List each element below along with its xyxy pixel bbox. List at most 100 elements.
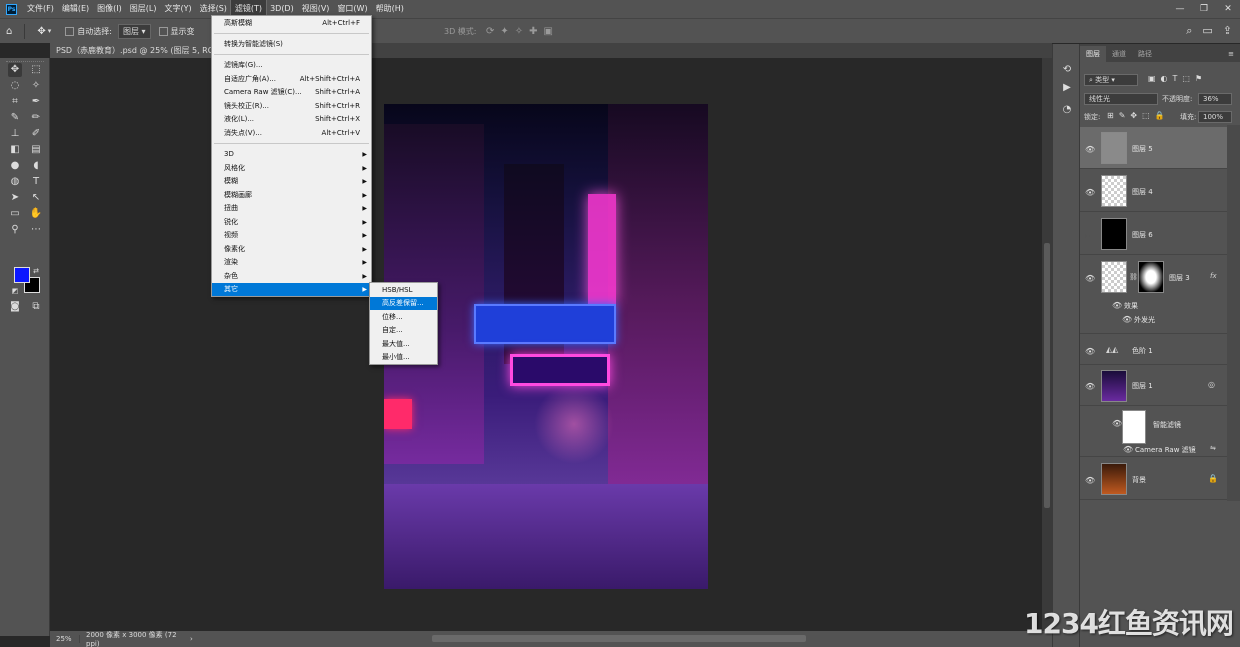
layer-name[interactable]: 图层 3 <box>1169 273 1190 283</box>
maximize-icon[interactable]: ❐ <box>1192 0 1216 18</box>
eraser-tool-icon[interactable]: ◧ <box>8 143 22 157</box>
menu-item-sharpen[interactable]: 锐化 ▶ <box>212 216 371 229</box>
horizontal-scrollbar[interactable] <box>432 635 806 642</box>
foreground-color-swatch[interactable] <box>14 267 30 283</box>
menu-layer[interactable]: 图层(L) <box>126 0 161 18</box>
gradient-tool-icon[interactable]: ▤ <box>29 143 43 157</box>
menu-item-stylize[interactable]: 风格化 ▶ <box>212 162 371 175</box>
layer-name[interactable]: 图层 1 <box>1132 381 1153 391</box>
zoom-tool-icon[interactable]: ⚲ <box>8 223 22 237</box>
history-icon[interactable]: ⟲ <box>1060 64 1074 78</box>
marquee-tool-icon[interactable]: ⬚ <box>29 63 43 77</box>
magic-wand-icon[interactable]: ✧ <box>29 79 43 93</box>
fx-icon[interactable]: fx <box>1210 272 1217 280</box>
crop-tool-icon[interactable]: ⌗ <box>8 95 22 109</box>
hand-tool-icon[interactable]: ✋ <box>29 207 43 221</box>
submenu-item-custom[interactable]: 自定... <box>370 324 437 337</box>
menu-item-blur[interactable]: 模糊 ▶ <box>212 175 371 188</box>
history-brush-icon[interactable]: ✐ <box>29 127 43 141</box>
submenu-item-maximum[interactable]: 最大值... <box>370 338 437 351</box>
blend-mode-dropdown[interactable]: 线性光 <box>1084 93 1158 105</box>
menu-item-camera-raw[interactable]: Camera Raw 滤镜(C)... Shift+Ctrl+A <box>212 86 371 99</box>
submenu-item-offset[interactable]: 位移... <box>370 311 437 324</box>
layer-name[interactable]: 图层 6 <box>1132 230 1153 240</box>
eyedropper-icon[interactable]: ✒ <box>29 95 43 109</box>
smart-filters-label[interactable]: 智能滤镜 <box>1153 420 1181 430</box>
menu-edit[interactable]: 编辑(E) <box>58 0 93 18</box>
smart-filter-mask[interactable] <box>1122 410 1146 444</box>
vertical-scrollbar[interactable] <box>1042 58 1052 631</box>
dodge-tool-icon[interactable]: ◖ <box>29 159 43 173</box>
type-tool-icon[interactable]: T <box>29 175 43 189</box>
screen-mode-icon[interactable]: ⧉ <box>29 300 43 314</box>
layer-row[interactable]: 👁 ⛓ 图层 3 fx 👁 效果 👁 外发光 <box>1080 256 1227 334</box>
layer-row[interactable]: 👁 ◭◭ 色阶 1 <box>1080 335 1227 365</box>
minimize-icon[interactable]: — <box>1168 0 1192 18</box>
more-tools-icon[interactable]: ⋯ <box>29 223 43 237</box>
layer-row[interactable]: ▫ 图层 6 <box>1080 213 1227 255</box>
pen-tool-icon[interactable]: ◍ <box>8 175 22 189</box>
menu-item-pixelate[interactable]: 像素化 ▶ <box>212 243 371 256</box>
tab-channels[interactable]: 通道 <box>1106 46 1132 62</box>
lasso-tool-icon[interactable]: ◌ <box>8 79 22 93</box>
move-tool-icon[interactable]: ✥ <box>37 26 45 37</box>
menu-item-convert-smart-filter[interactable]: 转换为智能滤镜(S) <box>212 38 371 51</box>
menu-item-render[interactable]: 渲染 ▶ <box>212 256 371 269</box>
adjustments-icon[interactable]: ◔ <box>1060 104 1074 118</box>
opacity-input[interactable]: 36% <box>1198 93 1232 105</box>
menu-file[interactable]: 文件(F) <box>23 0 58 18</box>
canvas-area[interactable] <box>50 58 1042 631</box>
zoom-level[interactable]: 25% <box>50 635 80 643</box>
menu-item-distort[interactable]: 扭曲 ▶ <box>212 202 371 215</box>
filter-options-icon[interactable]: ⇋ <box>1210 444 1216 452</box>
path-select-icon[interactable]: ➤ <box>8 191 22 205</box>
submenu-item-hsb-hsl[interactable]: HSB/HSL <box>370 284 437 297</box>
eye-icon[interactable]: 👁 <box>1085 145 1095 154</box>
eye-icon[interactable]: 👁 <box>1085 382 1095 391</box>
eye-icon[interactable]: 👁 <box>1112 301 1122 310</box>
show-transform-checkbox[interactable] <box>158 26 168 36</box>
layers-scrollbar[interactable] <box>1227 125 1240 501</box>
brush-tool-icon[interactable]: ✏ <box>29 111 43 125</box>
menu-item-vanishing-point[interactable]: 消失点(V)... Alt+Ctrl+V <box>212 127 371 140</box>
default-colors-icon[interactable]: ◩ <box>8 284 22 298</box>
layer-row[interactable]: 👁 图层 5 <box>1080 127 1227 169</box>
tab-layers[interactable]: 图层 <box>1080 46 1106 62</box>
eye-icon[interactable]: 👁 <box>1085 274 1095 283</box>
3d-mode-icons[interactable]: ⟳✦✧✚▣ <box>486 26 559 37</box>
chevron-right-icon[interactable]: › <box>190 635 193 643</box>
search-icon[interactable]: ⌕ <box>1186 24 1192 38</box>
camera-raw-filter[interactable]: Camera Raw 滤镜 <box>1135 445 1196 455</box>
submenu-item-high-pass[interactable]: 高反差保留... <box>370 297 437 310</box>
outer-glow-effect[interactable]: 外发光 <box>1134 315 1155 325</box>
eye-icon[interactable]: 👁 <box>1085 347 1095 356</box>
eye-icon[interactable]: 👁 <box>1122 315 1132 324</box>
quick-mask-icon[interactable]: ◙ <box>8 300 22 314</box>
healing-brush-icon[interactable]: ✎ <box>8 111 22 125</box>
swap-colors-icon[interactable]: ⇄ <box>29 264 43 278</box>
layer-row[interactable]: 👁 智能滤镜 👁 Camera Raw 滤镜 ⇋ <box>1080 407 1227 457</box>
move-tool-icon[interactable]: ✥ <box>8 63 22 77</box>
menu-item-noise[interactable]: 杂色 ▶ <box>212 270 371 283</box>
layer-row[interactable]: 👁 图层 1 ◎ <box>1080 366 1227 406</box>
direct-select-icon[interactable]: ↖ <box>29 191 43 205</box>
menu-item-3d[interactable]: 3D ▶ <box>212 148 371 161</box>
layer-name[interactable]: 背景 <box>1132 475 1146 485</box>
layer-name[interactable]: 色阶 1 <box>1132 346 1153 356</box>
menu-type[interactable]: 文字(Y) <box>160 0 195 18</box>
menu-item-lens-correction[interactable]: 镜头校正(R)... Shift+Ctrl+R <box>212 100 371 113</box>
menu-item-other[interactable]: 其它 ▶ <box>212 283 371 296</box>
menu-item-filter-gallery[interactable]: 滤镜库(G)... <box>212 59 371 72</box>
document-tab[interactable]: PSD（赤鹿教育）.psd @ 25% (图层 5, RGB/8) <box>50 43 237 58</box>
filter-icons[interactable]: ▣◐T⬚⚑ <box>1148 74 1207 83</box>
menu-help[interactable]: 帮助(H) <box>372 0 408 18</box>
share-icon[interactable]: ⇪ <box>1223 24 1232 38</box>
panel-menu-icon[interactable]: ≡ <box>1222 46 1240 62</box>
menu-item-blur-gallery[interactable]: 模糊画廊 ▶ <box>212 189 371 202</box>
menu-item-adaptive-wide-angle[interactable]: 自适应广角(A)... Alt+Shift+Ctrl+A <box>212 73 371 86</box>
stamp-tool-icon[interactable]: ⊥ <box>8 127 22 141</box>
fill-input[interactable]: 100% <box>1198 111 1232 123</box>
menu-item-gaussian-blur[interactable]: 高斯模糊 Alt+Ctrl+F <box>212 17 371 30</box>
layer-name[interactable]: 图层 5 <box>1132 144 1153 154</box>
eye-icon[interactable]: 👁 <box>1123 445 1133 454</box>
